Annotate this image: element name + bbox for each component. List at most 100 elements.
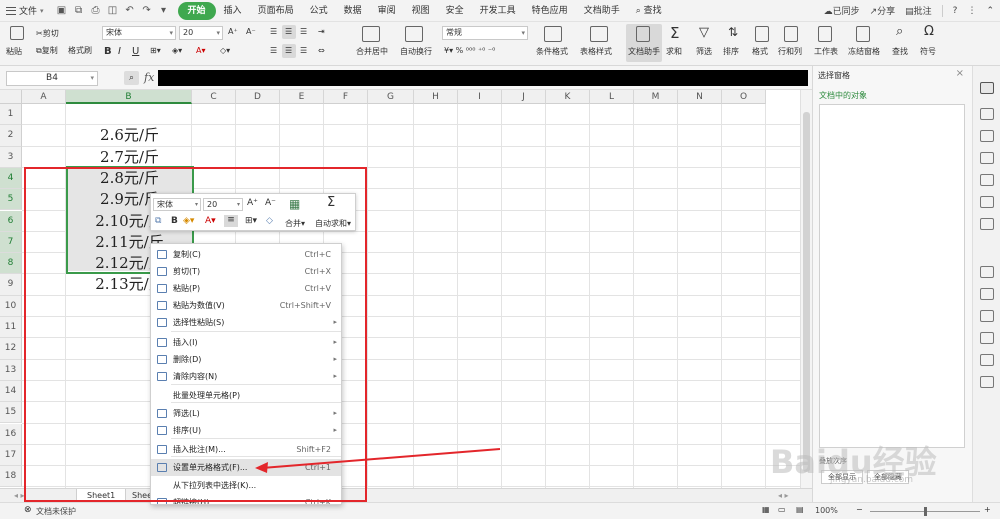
file-menu[interactable]: 文件 ▾ bbox=[0, 0, 50, 22]
mini-bold-button[interactable]: B bbox=[171, 216, 178, 226]
mini-align-icon[interactable]: ≡ bbox=[224, 215, 238, 227]
name-box[interactable]: B4 bbox=[6, 71, 98, 86]
col-header-l[interactable]: L bbox=[590, 90, 634, 104]
sort-button[interactable]: 排序 bbox=[723, 46, 739, 57]
tab-8[interactable]: 开发工具 bbox=[472, 2, 524, 20]
table-icon[interactable] bbox=[980, 152, 994, 164]
filter-button[interactable]: 筛选 bbox=[696, 46, 712, 57]
distribute-icon[interactable]: ⇔ bbox=[318, 46, 325, 55]
clear-format-icon[interactable]: ◇▾ bbox=[220, 46, 230, 55]
row-header-14[interactable]: 14 bbox=[0, 380, 22, 403]
cond-format-button[interactable]: 条件格式 bbox=[536, 46, 568, 57]
format-icon[interactable] bbox=[755, 26, 769, 42]
row-header-2[interactable]: 2 bbox=[0, 125, 22, 147]
rows-cols-icon[interactable] bbox=[784, 26, 798, 42]
sum-icon[interactable]: Σ bbox=[670, 24, 679, 42]
select-all-corner[interactable] bbox=[0, 90, 22, 104]
table-style-icon[interactable] bbox=[590, 26, 608, 42]
underline-button[interactable]: U bbox=[132, 46, 139, 57]
mini-clear-icon[interactable]: ◇ bbox=[266, 216, 273, 226]
align-left-icon[interactable]: ☰ bbox=[270, 46, 277, 55]
col-header-o[interactable]: O bbox=[722, 90, 766, 104]
save-icon[interactable]: ▣ bbox=[56, 5, 68, 17]
col-header-g[interactable]: G bbox=[368, 90, 414, 104]
freeze-icon[interactable] bbox=[856, 26, 870, 42]
grow-font-icon[interactable]: A⁺ bbox=[228, 27, 238, 36]
pointer-icon[interactable] bbox=[980, 82, 994, 94]
show-all-button[interactable]: 全部显示 bbox=[821, 470, 863, 484]
formula-input[interactable] bbox=[158, 70, 808, 86]
export-icon[interactable]: ⧉ bbox=[73, 5, 85, 17]
row-header-5[interactable]: 5 bbox=[0, 189, 22, 211]
paste-button[interactable]: 粘贴 bbox=[6, 46, 22, 57]
row-header-11[interactable]: 11 bbox=[0, 317, 22, 339]
tab-4[interactable]: 数据 bbox=[336, 2, 370, 20]
col-header-c[interactable]: C bbox=[192, 90, 236, 104]
redo-icon[interactable]: ↷ bbox=[141, 5, 153, 17]
doc-assistant-icon[interactable] bbox=[636, 26, 650, 42]
zoom-in-icon[interactable]: + bbox=[984, 505, 991, 514]
menu-item-9[interactable]: 筛选(L) ▸ bbox=[151, 405, 341, 422]
row-header-4[interactable]: 4 bbox=[0, 167, 22, 190]
help-side-icon[interactable] bbox=[980, 376, 994, 388]
shapes-icon[interactable] bbox=[980, 108, 994, 120]
mini-fill-icon[interactable]: ◈▾ bbox=[183, 216, 194, 226]
row-header-8[interactable]: 8 bbox=[0, 253, 22, 275]
search-tab[interactable]: ⌕ 查找 bbox=[628, 2, 670, 20]
close-icon[interactable]: × bbox=[956, 68, 964, 79]
sheet-tab-1[interactable]: Sheet1 bbox=[76, 489, 127, 503]
col-header-d[interactable]: D bbox=[236, 90, 280, 104]
tab-9[interactable]: 特色应用 bbox=[524, 2, 576, 20]
mini-merge-label[interactable]: 合并▾ bbox=[285, 218, 305, 229]
align-top-icon[interactable]: ☰ bbox=[270, 27, 277, 36]
more-options-icon[interactable]: ⋮ bbox=[967, 6, 976, 16]
apps-icon[interactable] bbox=[980, 174, 994, 186]
tab-2[interactable]: 页面布局 bbox=[250, 2, 302, 20]
tab-5[interactable]: 审阅 bbox=[370, 2, 404, 20]
style-icon[interactable] bbox=[980, 130, 994, 142]
pivot-icon[interactable] bbox=[980, 218, 994, 230]
col-header-i[interactable]: I bbox=[458, 90, 502, 104]
row-header-15[interactable]: 15 bbox=[0, 402, 22, 424]
doc-assistant-button[interactable]: 文档助手 bbox=[628, 46, 660, 57]
row-header-13[interactable]: 13 bbox=[0, 359, 22, 381]
tab-7[interactable]: 安全 bbox=[438, 2, 472, 20]
col-header-a[interactable]: A bbox=[22, 90, 66, 104]
zoom-level[interactable]: 100% bbox=[815, 506, 838, 515]
number-format-select[interactable]: 常规 bbox=[442, 26, 528, 40]
worksheet-icon[interactable] bbox=[818, 26, 832, 42]
col-header-e[interactable]: E bbox=[280, 90, 324, 104]
sheet-nav-icon[interactable]: ◂ ▸ bbox=[4, 489, 35, 503]
merge-center-icon[interactable] bbox=[362, 26, 380, 42]
merge-center-button[interactable]: 合并居中 bbox=[356, 46, 388, 57]
mini-sum-icon[interactable]: Σ bbox=[327, 195, 335, 210]
col-header-m[interactable]: M bbox=[634, 90, 678, 104]
mini-format-icon[interactable]: ⧉ bbox=[155, 216, 161, 226]
row-header-10[interactable]: 10 bbox=[0, 295, 22, 317]
menu-item-5[interactable]: 插入(I) ▸ bbox=[151, 334, 341, 351]
chart-icon[interactable] bbox=[980, 196, 994, 208]
sync-status[interactable]: ☁已同步 bbox=[824, 4, 860, 17]
col-header-f[interactable]: F bbox=[324, 90, 368, 104]
worksheet-button[interactable]: 工作表 bbox=[814, 46, 838, 57]
row-header-17[interactable]: 17 bbox=[0, 444, 22, 467]
cell-b3[interactable]: 2.7元/斤 bbox=[67, 147, 192, 168]
menu-item-2[interactable]: 粘贴(P) Ctrl+V bbox=[151, 280, 341, 297]
zoom-icon[interactable]: ⌕ bbox=[124, 71, 139, 85]
hscroll-arrows[interactable]: ◂ ▸ bbox=[768, 489, 799, 503]
menu-item-10[interactable]: 排序(U) ▸ bbox=[151, 422, 341, 439]
mini-border-icon[interactable]: ⊞▾ bbox=[245, 216, 257, 226]
cell-b2[interactable]: 2.6元/斤 bbox=[67, 125, 192, 146]
mini-font-select[interactable]: 宋体 bbox=[153, 198, 201, 211]
fx-label[interactable]: fx bbox=[144, 71, 154, 84]
zoom-knob[interactable] bbox=[924, 507, 927, 516]
freeze-button[interactable]: 冻结窗格 bbox=[848, 46, 880, 57]
tab-1[interactable]: 插入 bbox=[216, 2, 250, 20]
backup-icon[interactable] bbox=[980, 310, 994, 322]
tab-10[interactable]: 文档助手 bbox=[576, 2, 628, 20]
align-bottom-icon[interactable]: ☰ bbox=[300, 27, 307, 36]
spreadsheet-grid[interactable]: ABCDEFGHIJKLMNO 1 2 3 4 5 6 7 8 9 10 11 12 13 14 15 16 1… bbox=[0, 90, 800, 488]
row-header-18[interactable]: 18 bbox=[0, 466, 22, 488]
view-page-icon[interactable]: ▭ bbox=[778, 505, 786, 514]
auto-wrap-button[interactable]: 自动换行 bbox=[400, 46, 432, 57]
